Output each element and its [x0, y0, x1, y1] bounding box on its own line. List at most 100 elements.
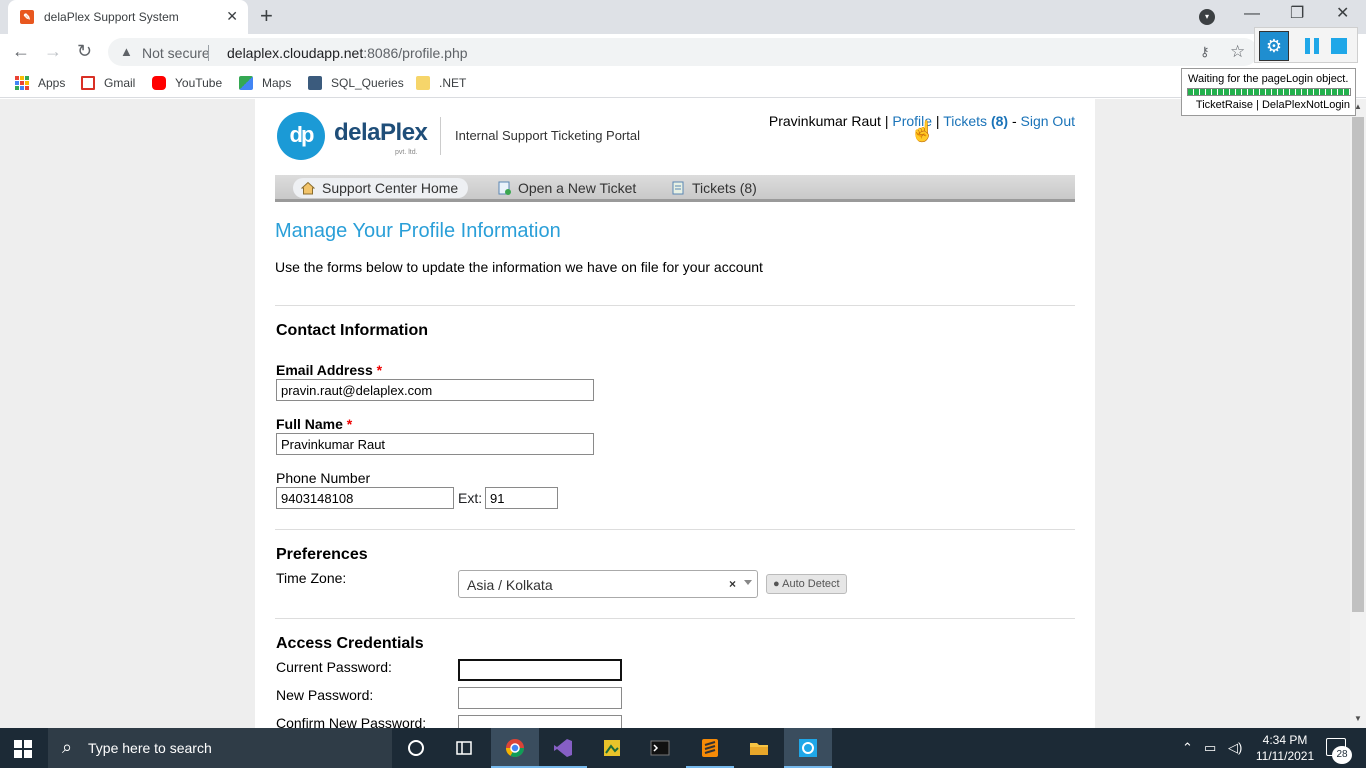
address-bar[interactable]: ▲ Not secure delaplex.cloudapp.net:8086/… [108, 38, 1258, 66]
url-path: :8086/profile.php [363, 45, 468, 61]
file-explorer-icon[interactable] [735, 728, 783, 768]
close-window-icon[interactable]: ✕ [1336, 4, 1349, 24]
tickets-count: (8) [990, 113, 1009, 129]
bookmark-gmail[interactable]: Gmail [81, 76, 135, 90]
automation-info: TicketRaise | DelaPlexNotLogin [1195, 99, 1350, 111]
auto-detect-button[interactable]: ● Auto Detect [766, 574, 847, 594]
pause-icon[interactable] [1305, 38, 1321, 54]
browser-tab[interactable]: ✎ delaPlex Support System ✕ [8, 0, 248, 34]
sign-out-link[interactable]: Sign Out [1021, 113, 1075, 129]
taskbar-search[interactable]: ⌕ Type here to search [48, 728, 392, 768]
scroll-down-icon[interactable]: ▼ [1354, 714, 1362, 723]
nav-tickets[interactable]: Tickets (8) [663, 178, 767, 198]
back-icon[interactable]: ← [12, 41, 30, 61]
new-password-field[interactable] [458, 687, 622, 709]
image-tool-icon[interactable] [588, 728, 636, 768]
page-scrollbar[interactable]: ▲ ▼ [1350, 99, 1366, 728]
bookmark-label: YouTube [175, 76, 223, 90]
page-intro: Use the forms below to update the inform… [275, 259, 763, 275]
email-field[interactable] [276, 379, 594, 401]
clock-date: 11/11/2021 [1255, 749, 1315, 763]
security-status[interactable]: Not secure [142, 45, 210, 61]
separator: - [1008, 113, 1021, 129]
taskbar: ⌕ Type here to search ⌃ ▭ ◁) 4:34 PM 11/… [0, 728, 1366, 768]
bookmark-dotnet[interactable]: .NET [416, 76, 466, 90]
tab-search-icon[interactable]: ▾ [1199, 9, 1215, 25]
bookmarks-bar: Apps Gmail YouTube Maps SQL_Queries .NET [0, 70, 1366, 98]
task-view-icon[interactable] [440, 728, 488, 768]
clear-selection-icon[interactable]: × [729, 577, 736, 591]
required-mark: * [346, 416, 353, 432]
cortana-icon[interactable] [392, 728, 440, 768]
chrome-taskbar-icon[interactable] [491, 728, 539, 768]
bookmark-youtube[interactable]: YouTube [152, 76, 222, 90]
key-icon[interactable]: ⚷ [1200, 44, 1210, 60]
bookmark-sql-queries[interactable]: SQL_Queries [308, 76, 404, 90]
credentials-section-title: Access Credentials [276, 635, 424, 652]
network-icon[interactable]: ▭ [1204, 740, 1216, 756]
close-tab-icon[interactable]: ✕ [226, 8, 238, 24]
restore-icon[interactable]: ❐ [1290, 4, 1304, 24]
windows-start-icon[interactable] [14, 740, 32, 758]
reload-icon[interactable]: ↻ [77, 41, 92, 61]
new-tab-button[interactable]: + [260, 5, 273, 27]
folder-icon [416, 76, 430, 90]
automation-logo-icon[interactable]: ⚙ [1259, 31, 1289, 61]
forward-icon[interactable]: → [44, 41, 62, 61]
contact-section-title: Contact Information [276, 322, 428, 339]
page-viewport: dp delaPlex pvt. ltd. Internal Support T… [0, 99, 1350, 728]
clock-time: 4:34 PM [1262, 733, 1308, 747]
new-password-label: New Password: [276, 687, 374, 703]
nav-label: Tickets (8) [692, 180, 757, 196]
ext-label: Ext: [458, 490, 483, 506]
divider [275, 618, 1075, 619]
map-marker-icon: ● [773, 578, 780, 590]
phone-field[interactable] [276, 487, 454, 509]
automation-taskbar-icon[interactable] [784, 728, 832, 768]
search-placeholder: Type here to search [88, 740, 212, 756]
timezone-select[interactable]: Asia / Kolkata × [458, 570, 758, 598]
sublime-text-icon[interactable] [686, 728, 734, 768]
phone-label: Phone Number [276, 470, 371, 486]
full-name-label-text: Full Name [276, 416, 343, 432]
apps-grid-icon [15, 76, 29, 90]
bookmark-label: Maps [262, 76, 292, 90]
site-favicon-icon: ✎ [20, 10, 34, 24]
full-name-field[interactable] [276, 433, 594, 455]
volume-icon[interactable]: ◁) [1228, 740, 1242, 756]
minimize-icon[interactable]: — [1244, 4, 1260, 24]
required-mark: * [376, 362, 383, 378]
stop-icon[interactable] [1331, 38, 1347, 54]
browser-toolbar: ← → ↻ ▲ Not secure delaplex.cloudapp.net… [0, 34, 1366, 70]
nav-label: Support Center Home [322, 180, 459, 196]
nav-support-center-home[interactable]: Support Center Home [293, 178, 469, 198]
bookmark-star-icon[interactable]: ☆ [1230, 42, 1245, 62]
timezone-label: Time Zone: [276, 570, 347, 586]
bookmark-label: SQL_Queries [331, 76, 404, 90]
page-container: dp delaPlex pvt. ltd. Internal Support T… [255, 99, 1095, 728]
tickets-link[interactable]: Tickets (8) [943, 113, 1008, 129]
new-ticket-icon [498, 181, 511, 195]
confirm-password-field[interactable] [458, 715, 622, 728]
delaplex-logo-icon[interactable]: dp [277, 112, 325, 160]
bookmark-maps[interactable]: Maps [239, 76, 291, 90]
show-hidden-icons-icon[interactable]: ⌃ [1182, 740, 1193, 756]
url-text[interactable]: delaplex.cloudapp.net:8086/profile.php [227, 45, 468, 61]
bookmark-apps[interactable]: Apps [15, 76, 65, 90]
scroll-thumb[interactable] [1352, 117, 1364, 612]
visual-studio-icon[interactable] [539, 728, 587, 768]
warning-icon[interactable]: ▲ [120, 44, 133, 59]
search-icon: ⌕ [62, 737, 73, 757]
chevron-down-icon[interactable] [744, 580, 752, 585]
automation-status-popup: Waiting for the pageLogin object. Ticket… [1181, 68, 1356, 116]
youtube-icon [152, 76, 166, 90]
nav-label: Open a New Ticket [518, 180, 637, 196]
system-clock[interactable]: 4:34 PM 11/11/2021 [1252, 732, 1318, 764]
ext-field[interactable] [485, 487, 558, 509]
tab-strip: ✎ delaPlex Support System ✕ + ▾ — ❐ ✕ [0, 0, 1366, 34]
full-name-label: Full Name * [276, 416, 352, 432]
current-password-field[interactable] [458, 659, 622, 681]
nav-open-new-ticket[interactable]: Open a New Ticket [489, 178, 646, 198]
terminal-icon[interactable] [636, 728, 684, 768]
page-title: Manage Your Profile Information [275, 220, 561, 242]
